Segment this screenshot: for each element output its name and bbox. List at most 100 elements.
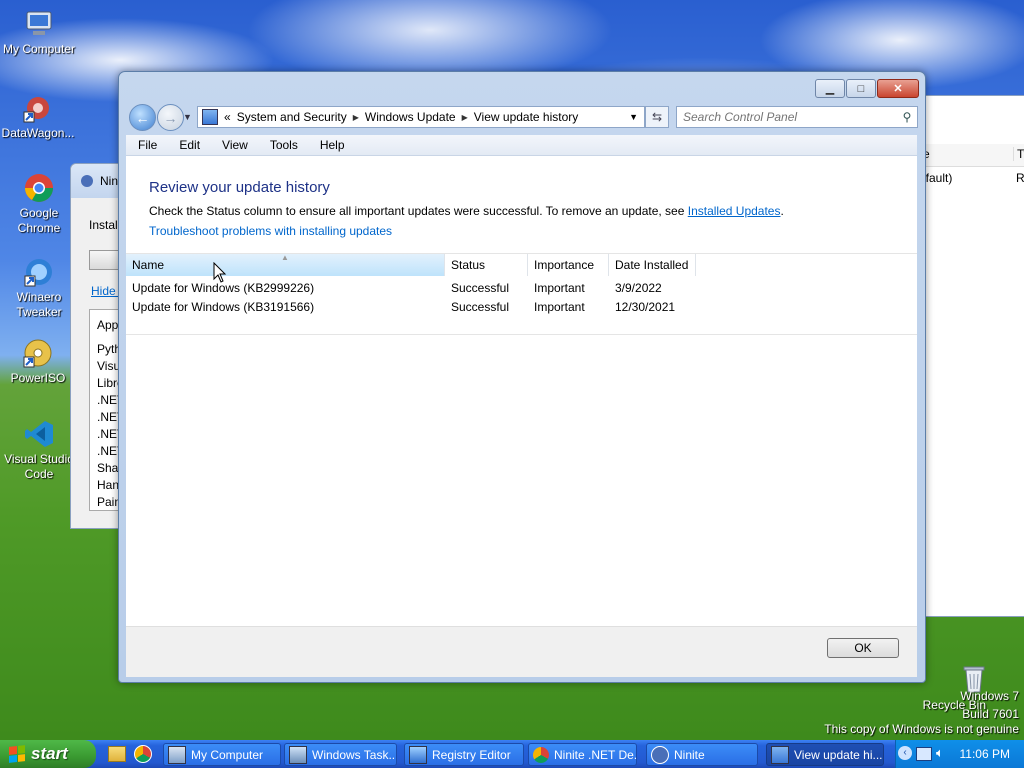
sort-ascending-icon: ▲ — [281, 253, 289, 262]
taskbar-button-label: My Computer — [191, 747, 264, 762]
taskbar-button-task-manager[interactable]: Windows Task... — [284, 743, 397, 766]
column-header-label: Importance — [534, 258, 595, 272]
taskbar-button-label: Ninite .NET De... — [554, 747, 637, 762]
cell-importance: Important — [534, 281, 585, 295]
desktop-icon-poweriso[interactable]: PowerISO — [0, 337, 76, 386]
taskbar-button-ninite-net[interactable]: Ninite .NET De... — [528, 743, 637, 766]
task-manager-icon — [289, 745, 307, 764]
desktop-icon-label: DataWagon... — [1, 126, 75, 140]
taskbar-button-view-update-history[interactable]: View update hi... — [766, 743, 884, 766]
maximize-button[interactable]: □ — [846, 79, 876, 98]
chrome-icon — [23, 172, 55, 204]
desktop-icon-visual-studio-code[interactable]: Visual Studio Code — [1, 418, 77, 482]
tray-expand-icon[interactable]: ‹ — [898, 746, 912, 760]
address-dropdown-icon[interactable]: ▼ — [623, 112, 644, 122]
mouse-cursor-icon — [213, 262, 227, 283]
computer-icon — [23, 8, 55, 40]
address-bar[interactable]: « System and Security ▶ Windows Update ▶… — [197, 106, 645, 128]
search-icon[interactable]: ⚲ — [897, 110, 917, 124]
desktop-icon-label: PowerISO — [10, 371, 66, 385]
column-header-name[interactable]: ▲ Name — [126, 253, 445, 276]
column-header-label: Date Installed — [615, 258, 689, 272]
desktop-icon-google-chrome[interactable]: Google Chrome — [1, 172, 77, 236]
caption-buttons: ▁ □ ✕ — [815, 79, 919, 98]
dialog-footer: OK — [126, 626, 917, 677]
chrome-icon — [533, 746, 549, 763]
menu-view[interactable]: View — [210, 138, 258, 152]
cell-date: 3/9/2022 — [615, 281, 662, 295]
system-tray: ‹ 🔈︎ 11:06 PM — [895, 740, 1024, 768]
menu-file[interactable]: File — [126, 138, 167, 152]
desktop-icon-label: Visual Studio Code — [4, 452, 74, 481]
address-overflow-chevron[interactable]: « — [218, 110, 237, 124]
navigation-bar: ← → ▼ « System and Security ▶ Windows Up… — [127, 102, 918, 132]
background-list-header: e Ty — [919, 144, 1024, 167]
menu-tools[interactable]: Tools — [258, 138, 308, 152]
arrow-left-icon: ← — [135, 109, 150, 126]
menu-bar: File Edit View Tools Help — [126, 135, 917, 156]
troubleshoot-link[interactable]: Troubleshoot problems with installing up… — [149, 224, 392, 238]
taskbar-button-ninite[interactable]: Ninite — [646, 743, 758, 766]
menu-edit[interactable]: Edit — [167, 138, 210, 152]
clock[interactable]: 11:06 PM — [960, 747, 1010, 761]
list-header: ▲ Name Status Importance Date Installed — [126, 253, 917, 276]
search-box[interactable]: ⚲ — [676, 106, 918, 128]
main-content: Review your update history Check the Sta… — [126, 156, 917, 670]
quick-launch-chrome-icon[interactable] — [134, 745, 152, 763]
recent-pages-button[interactable]: ▼ — [183, 112, 192, 122]
cell-status: Successful — [451, 300, 510, 314]
back-button[interactable]: ← — [129, 104, 156, 131]
installed-updates-link[interactable]: Installed Updates — [688, 204, 781, 218]
ninite-install-label: Install — [89, 218, 121, 232]
poweriso-icon — [22, 337, 54, 369]
forward-button[interactable]: → — [157, 104, 184, 131]
update-history-list: ▲ Name Status Importance Date Installed … — [126, 253, 917, 335]
table-row[interactable]: Update for Windows (KB3191566) Successfu… — [126, 298, 917, 317]
cell-importance: Important — [534, 300, 585, 314]
volume-icon[interactable]: 🔈︎ — [936, 745, 944, 761]
taskbar-button-label: View update hi... — [794, 747, 883, 762]
start-button[interactable]: start — [0, 740, 96, 768]
column-header-status[interactable]: Status — [445, 254, 528, 276]
winaero-icon — [23, 256, 55, 288]
column-header-date-installed[interactable]: Date Installed — [609, 254, 696, 276]
refresh-button[interactable]: ⇆ — [645, 106, 669, 128]
refresh-icon: ⇆ — [651, 110, 663, 124]
column-header-label: Status — [451, 258, 486, 272]
desktop-icon-label: Winaero Tweaker — [16, 290, 62, 319]
taskbar-button-my-computer[interactable]: My Computer — [163, 743, 281, 766]
close-button[interactable]: ✕ — [877, 79, 919, 98]
datawagon-icon — [22, 92, 54, 124]
breadcrumb-windows-update[interactable]: Windows Update — [359, 110, 462, 124]
arrow-right-icon: → — [163, 109, 178, 126]
page-title: Review your update history — [149, 179, 330, 196]
taskbar-button-label: Windows Task... — [312, 747, 397, 762]
page-description: Check the Status column to ensure all im… — [149, 204, 784, 218]
background-window-right[interactable]: e Ty efault) R — [918, 95, 1024, 617]
minimize-button[interactable]: ▁ — [815, 79, 845, 98]
desktop-icon-datawagon[interactable]: DataWagon... — [0, 92, 76, 141]
update-history-window[interactable]: ▁ □ ✕ ← → ▼ « System and Security ▶ Wind… — [118, 71, 926, 683]
search-input[interactable] — [677, 109, 897, 125]
desktop-icon-label: My Computer — [2, 42, 76, 56]
taskbar: start My Computer Windows Task... Regist… — [0, 740, 1024, 768]
desktop-icon-winaero-tweaker[interactable]: Winaero Tweaker — [1, 256, 77, 320]
breadcrumb-view-update-history[interactable]: View update history — [468, 110, 585, 124]
cell-name: Update for Windows (KB3191566) — [132, 300, 315, 314]
column-header-importance[interactable]: Importance — [528, 254, 609, 276]
cell-status: Successful — [451, 281, 510, 295]
ok-button[interactable]: OK — [827, 638, 899, 658]
control-panel-icon — [771, 745, 789, 764]
control-panel-icon — [202, 109, 218, 125]
breadcrumb-system-and-security[interactable]: System and Security — [237, 110, 353, 124]
taskbar-button-registry-editor[interactable]: Registry Editor — [404, 743, 524, 766]
network-icon[interactable] — [916, 747, 932, 761]
desktop-icon-my-computer[interactable]: My Computer — [1, 8, 77, 57]
genuine-warning-label: This copy of Windows is not genuine — [824, 722, 1019, 736]
quick-launch-explorer-icon[interactable] — [108, 746, 126, 762]
background-column-header: Ty — [1013, 147, 1024, 161]
menu-help[interactable]: Help — [308, 138, 355, 152]
vscode-icon — [23, 418, 55, 450]
table-row[interactable]: Update for Windows (KB2999226) Successfu… — [126, 279, 917, 298]
computer-icon — [168, 745, 186, 764]
